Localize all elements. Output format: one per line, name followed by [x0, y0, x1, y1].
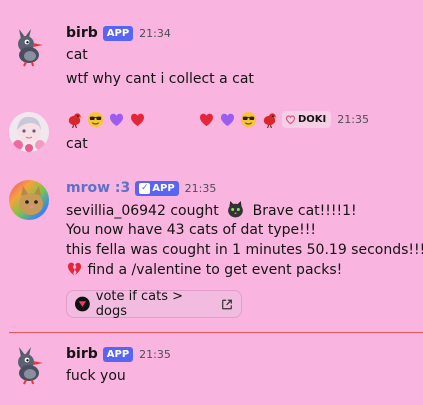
username[interactable]: birb	[66, 25, 98, 41]
username[interactable]: birb	[66, 346, 98, 362]
avatar-mrow[interactable]	[9, 180, 49, 220]
red-bird-icon	[68, 112, 83, 128]
message-text: sevillia_06942 cought	[66, 203, 219, 219]
checkmark-icon: ✓	[139, 182, 151, 194]
red-heart-icon	[130, 113, 145, 126]
broken-heart-icon	[67, 262, 82, 276]
heart-outline-icon	[285, 114, 296, 124]
message-header: birb APP 21:34	[66, 23, 419, 43]
purple-heart-icon	[109, 113, 124, 126]
catch-message-line: sevillia_06942 cought Brave cat!!!!1!	[66, 200, 419, 220]
bird-avatar-icon	[9, 27, 49, 67]
verified-app-badge: ✓ APP	[135, 180, 179, 196]
message-header: birb APP 21:35	[66, 344, 419, 364]
app-badge-label: APP	[106, 27, 130, 39]
avatar-birb[interactable]	[9, 27, 49, 67]
red-bird-icon	[263, 112, 278, 128]
app-badge-label: APP	[152, 182, 175, 194]
avatar-birb[interactable]	[9, 345, 49, 385]
username-emojis-right[interactable]	[198, 111, 278, 128]
message-header: mrow :3 ✓ APP 21:35	[66, 178, 419, 198]
message-text: cat	[66, 136, 88, 152]
message-header: DOKI 21:35	[66, 109, 419, 129]
event-message-line: find a /valentine to get event packs!	[66, 260, 419, 280]
sunglasses-face-icon	[87, 111, 104, 127]
vote-site-logo-icon	[75, 296, 90, 312]
username-emojis[interactable]	[66, 111, 146, 128]
cat-photo-avatar-icon	[9, 180, 49, 220]
message-text: You now have 43 cats of dat type!!!	[66, 222, 316, 238]
sunglasses-face-icon	[240, 111, 257, 127]
message-text: Brave cat!!!!1!	[252, 203, 357, 219]
new-messages-divider	[9, 332, 423, 333]
purple-heart-icon	[220, 113, 235, 126]
app-badge-label: APP	[106, 348, 130, 360]
message-text: find a /valentine to get event packs!	[87, 262, 343, 278]
timestamp[interactable]: 21:35	[139, 348, 171, 361]
timestamp[interactable]: 21:35	[185, 182, 217, 195]
vote-link-button[interactable]: vote if cats > dogs	[66, 289, 242, 319]
message-text: fuck you	[66, 368, 126, 384]
server-tag[interactable]: DOKI	[282, 110, 332, 128]
red-heart-icon	[199, 113, 214, 126]
black-cat-icon	[228, 201, 244, 218]
external-link-icon	[222, 299, 232, 309]
app-badge: APP	[102, 25, 134, 41]
timestamp[interactable]: 21:35	[337, 113, 369, 126]
app-badge: APP	[102, 346, 134, 362]
bird-avatar-icon	[9, 345, 49, 385]
username[interactable]: mrow :3	[66, 180, 130, 196]
avatar-emoji-user[interactable]	[9, 112, 49, 152]
message-text: cat	[66, 47, 88, 63]
message-text: this fella was cought in 1 minutes 50.19…	[66, 242, 423, 258]
vote-link-label: vote if cats > dogs	[95, 289, 183, 319]
message-text: wtf why cant i collect a cat	[66, 71, 254, 87]
anime-girl-avatar-icon	[9, 112, 49, 152]
server-tag-label: DOKI	[298, 113, 327, 125]
timestamp[interactable]: 21:34	[139, 27, 171, 40]
